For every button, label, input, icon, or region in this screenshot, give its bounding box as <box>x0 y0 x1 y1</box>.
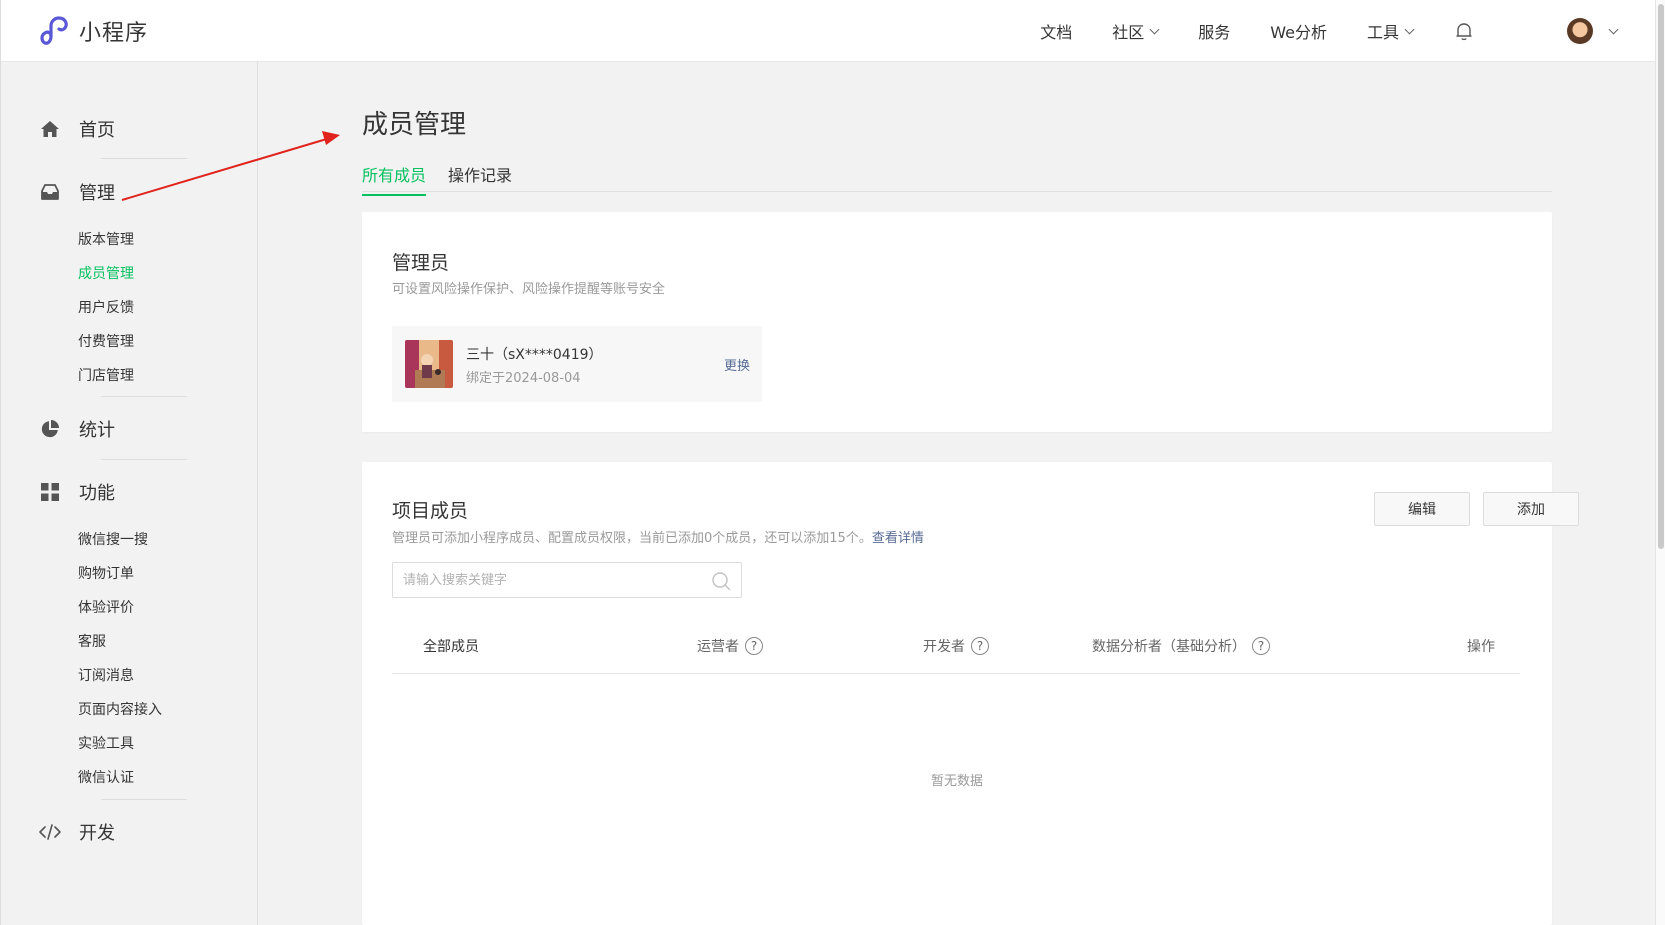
chevron-down-icon <box>1608 24 1619 34</box>
col-operator: 运营者? <box>697 636 763 656</box>
nav-we-analysis-label: We分析 <box>1270 23 1327 42</box>
sidebar-item-members[interactable]: 成员管理 <box>78 263 134 283</box>
col-all-label: 全部成员 <box>423 639 479 655</box>
edit-button[interactable]: 编辑 <box>1374 492 1470 526</box>
col-action-label: 操作 <box>1467 639 1495 655</box>
miniprogram-logo-icon <box>40 16 68 45</box>
user-menu[interactable] <box>1567 18 1619 44</box>
divider <box>101 799 187 800</box>
sidebar-item-dev[interactable]: 开发 <box>39 819 115 845</box>
sidebar-item-stats[interactable]: 统计 <box>39 416 115 442</box>
sidebar-item-verification[interactable]: 微信认证 <box>78 767 134 787</box>
sidebar-item-reviews[interactable]: 体验评价 <box>78 597 134 617</box>
help-icon[interactable]: ? <box>1252 637 1270 655</box>
admin-avatar <box>405 340 453 388</box>
member-table-header: 全部成员 运营者? 开发者? 数据分析者（基础分析）? 操作 <box>392 620 1520 674</box>
sidebar-item-subscription[interactable]: 订阅消息 <box>78 665 134 685</box>
sidebar-item-manage[interactable]: 管理 <box>39 179 115 205</box>
nav-tools[interactable]: 工具 <box>1366 19 1415 43</box>
chevron-down-icon <box>1404 24 1415 34</box>
nav-community-label: 社区 <box>1112 23 1145 42</box>
nav-services-label: 服务 <box>1198 23 1231 42</box>
pie-chart-icon <box>39 418 61 440</box>
sidebar-item-version[interactable]: 版本管理 <box>78 229 134 249</box>
page-scrollbar[interactable] <box>1655 0 1665 925</box>
sidebar-item-page-content[interactable]: 页面内容接入 <box>78 699 162 719</box>
view-details-link[interactable]: 查看详情 <box>872 531 924 546</box>
tab-operation-log[interactable]: 操作记录 <box>448 162 512 194</box>
members-desc-text: 管理员可添加小程序成员、配置成员权限，当前已添加0个成员，还可以添加15个。 <box>392 531 872 546</box>
nav-docs-label: 文档 <box>1040 23 1073 42</box>
col-analyst: 数据分析者（基础分析）? <box>1092 636 1270 656</box>
add-button[interactable]: 添加 <box>1483 492 1579 526</box>
empty-state: 暂无数据 <box>930 774 983 789</box>
admin-entry: 三十（sX****0419） 绑定于2024-08-04 更换 <box>392 326 762 402</box>
search-input[interactable] <box>393 563 693 597</box>
inbox-icon <box>39 181 61 203</box>
app-name: 小程序 <box>79 21 149 46</box>
sidebar-dev-label: 开发 <box>79 823 115 844</box>
divider <box>101 459 187 460</box>
admin-card-desc: 可设置风险操作保护、风险操作提醒等账号安全 <box>392 282 666 297</box>
col-operator-label: 运营者 <box>697 639 739 655</box>
tab-all-members[interactable]: 所有成员 <box>362 162 427 196</box>
bell-icon[interactable] <box>1453 20 1475 42</box>
nav-we-analysis[interactable]: We分析 <box>1270 19 1327 43</box>
divider <box>101 158 187 159</box>
col-developer: 开发者? <box>923 636 989 656</box>
sidebar-item-stores[interactable]: 门店管理 <box>78 365 134 385</box>
nav-docs[interactable]: 文档 <box>1040 19 1072 43</box>
admin-card: 管理员 可设置风险操作保护、风险操作提醒等账号安全 三十（sX****0419）… <box>362 212 1552 432</box>
sidebar-item-experiment[interactable]: 实验工具 <box>78 733 134 753</box>
change-admin-link[interactable]: 更换 <box>724 355 750 374</box>
admin-name: 三十（sX****0419） <box>466 347 603 363</box>
nav-community[interactable]: 社区 <box>1112 19 1160 43</box>
admin-card-title: 管理员 <box>392 252 450 274</box>
sidebar-stats-label: 统计 <box>79 420 115 441</box>
help-icon[interactable]: ? <box>745 637 763 655</box>
tab-bar: 所有成员 操作记录 <box>362 162 1552 196</box>
members-card: 项目成员 管理员可添加小程序成员、配置成员权限，当前已添加0个成员，还可以添加1… <box>362 462 1579 925</box>
sidebar-item-orders[interactable]: 购物订单 <box>78 563 134 583</box>
admin-bound-date: 绑定于2024-08-04 <box>466 371 581 386</box>
scrollbar-thumb[interactable] <box>1658 4 1664 549</box>
help-icon[interactable]: ? <box>971 637 989 655</box>
filter-all-members[interactable]: 全部成员 <box>423 636 479 656</box>
sidebar-item-home[interactable]: 首页 <box>39 116 115 142</box>
col-analyst-label: 数据分析者（基础分析） <box>1092 639 1246 655</box>
members-card-desc: 管理员可添加小程序成员、配置成员权限，当前已添加0个成员，还可以添加15个。查看… <box>392 527 924 546</box>
grid-icon <box>39 481 61 503</box>
avatar <box>1567 18 1593 44</box>
sidebar-item-features[interactable]: 功能 <box>39 479 115 505</box>
members-card-title: 项目成员 <box>392 500 469 522</box>
col-developer-label: 开发者 <box>923 639 965 655</box>
sidebar-item-feedback[interactable]: 用户反馈 <box>78 297 134 317</box>
code-icon <box>39 821 61 843</box>
top-bar: 小程序 文档 社区 服务 We分析 工具 <box>0 0 1665 62</box>
home-icon <box>39 118 61 140</box>
nav-tools-label: 工具 <box>1366 23 1399 42</box>
sidebar-item-customer-service[interactable]: 客服 <box>78 631 106 651</box>
sidebar-item-payment[interactable]: 付费管理 <box>78 331 134 351</box>
chevron-down-icon <box>1149 24 1160 34</box>
app-logo[interactable]: 小程序 <box>39 15 148 47</box>
page-title: 成员管理 <box>362 110 467 140</box>
sidebar-manage-label: 管理 <box>79 183 115 204</box>
sidebar-features-label: 功能 <box>79 483 115 504</box>
search-icon[interactable] <box>711 571 731 591</box>
sidebar: 首页 管理 版本管理 成员管理 用户反馈 付费管理 门店管理 统计 功能 微信搜… <box>0 62 258 925</box>
sidebar-item-wechat-search[interactable]: 微信搜一搜 <box>78 529 148 549</box>
member-search <box>392 562 742 598</box>
col-action: 操作 <box>1467 636 1495 656</box>
sidebar-home-label: 首页 <box>79 120 115 141</box>
top-nav: 文档 社区 服务 We分析 工具 <box>1040 0 1575 62</box>
divider <box>101 396 187 397</box>
nav-services[interactable]: 服务 <box>1198 19 1230 43</box>
